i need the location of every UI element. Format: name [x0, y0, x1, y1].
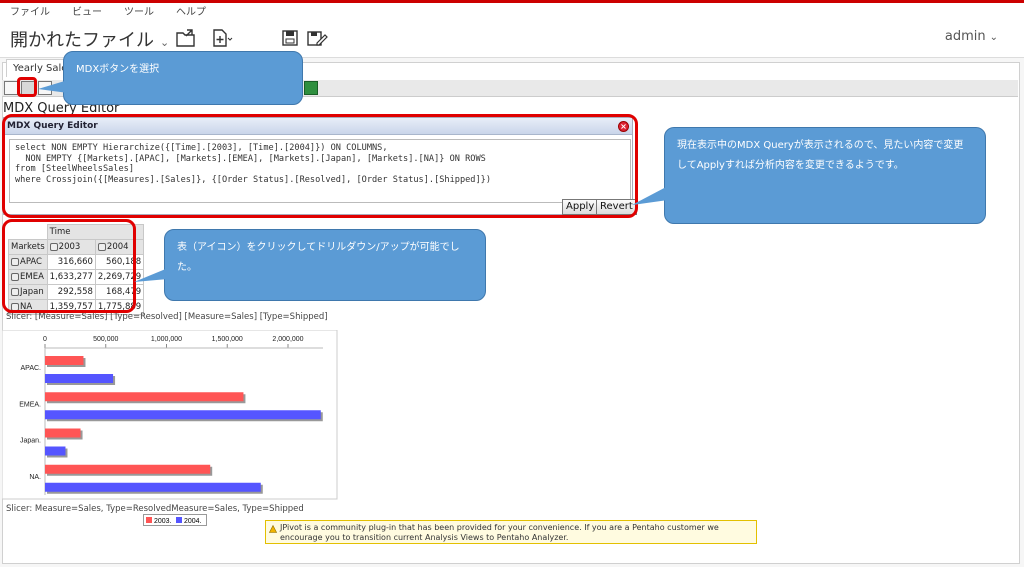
slicer-text-top: Slicer: [Measure=Sales] [Type=Resolved] …	[6, 312, 328, 322]
mdx-editor-panel: MDX Query Editor × select NON EMPTY Hier…	[3, 117, 633, 215]
pivot-cell: 292,558	[46, 284, 96, 300]
category-label: APAC.	[21, 365, 42, 372]
bar-2004-apac	[45, 374, 114, 383]
apply-button[interactable]: Apply	[562, 199, 599, 215]
save-icon[interactable]	[280, 28, 302, 48]
pivot-cell: 316,660	[46, 254, 96, 270]
drill-icon[interactable]	[11, 272, 19, 281]
warning-text: JPivot is a community plug-in that has b…	[280, 523, 719, 542]
pivot-col-header[interactable]: 2003	[46, 239, 96, 255]
warning-icon	[269, 525, 277, 533]
bar-chart: 0 500,000 1,000,000 1,500,000 2,000,000 APAC.…	[2, 330, 338, 500]
slicer-text-bottom: Slicer: Measure=Sales, Type=ResolvedMeas…	[6, 504, 304, 514]
callout-pointer	[38, 80, 68, 93]
menu-tools[interactable]: ツール	[124, 4, 154, 22]
menu-view[interactable]: ビュー	[72, 4, 102, 22]
category-label: EMEA.	[19, 401, 41, 408]
legend-label-2003: 2003.	[154, 518, 172, 525]
legend-swatch-2004	[176, 517, 182, 523]
pivot-col-header[interactable]: 2004	[94, 239, 145, 255]
mdx-panel-header: MDX Query Editor ×	[4, 118, 632, 135]
pivot-cell: 1,633,277	[46, 269, 96, 285]
callout-pointer	[134, 268, 168, 282]
close-icon[interactable]: ×	[618, 121, 629, 132]
menu-help[interactable]: ヘルプ	[176, 4, 206, 22]
bar-2003-japan	[45, 428, 81, 438]
drill-icon[interactable]	[11, 302, 19, 311]
bar-2004-na	[45, 482, 261, 492]
x-tick-label: 0	[43, 336, 47, 343]
row-label: APAC	[20, 257, 42, 267]
opened-files-dropdown[interactable]: 開かれたファイル ⌄	[10, 26, 169, 52]
user-name: admin	[944, 29, 986, 44]
mdx-panel-title: MDX Query Editor	[7, 121, 98, 131]
col-label: 2004	[106, 242, 129, 252]
row-label: NA	[20, 302, 33, 312]
pivot-row-header[interactable]: APAC	[8, 254, 48, 270]
excel-export-icon[interactable]	[304, 81, 318, 95]
mdx-button[interactable]	[21, 81, 35, 95]
open-folder-icon[interactable]	[175, 28, 197, 48]
revert-button[interactable]: Revert	[596, 199, 637, 215]
drill-icon[interactable]	[97, 242, 106, 251]
bar-2004-japan	[45, 446, 66, 456]
pivot-table: Time Markets 2003 2004 APAC 316,660 560,…	[8, 224, 145, 315]
table-row: Japan 292,558 168,479	[8, 284, 145, 300]
x-tick-label: 1,500,000	[212, 336, 243, 343]
page-title: 開かれたファイル	[10, 30, 154, 51]
row-label: Japan	[20, 287, 44, 297]
legend-swatch-2003	[146, 517, 152, 523]
cube-navigator-button[interactable]	[4, 81, 18, 95]
mdx-query-textarea[interactable]: select NON EMPTY Hierarchize({[Time].[20…	[9, 139, 631, 203]
x-tick-label: 500,000	[93, 336, 118, 343]
chevron-down-icon: ⌄	[160, 36, 170, 49]
bar-2003-na	[45, 464, 211, 474]
user-menu[interactable]: admin ⌄	[945, 29, 998, 44]
bar-2003-emea	[45, 392, 244, 402]
bar-2003-apac	[45, 356, 84, 365]
menu-bar: ファイル ビュー ツール ヘルプ	[0, 4, 228, 22]
save-as-icon[interactable]	[306, 28, 328, 48]
callout-pointer	[632, 186, 668, 205]
menu-file[interactable]: ファイル	[10, 4, 50, 22]
x-tick-label: 1,000,000	[151, 336, 182, 343]
callout-drilldown: 表（アイコン）をクリックしてドリルダウン/アップが可能でした。	[164, 229, 486, 301]
callout-mdx-button: MDXボタンを選択	[63, 51, 303, 105]
table-row: APAC 316,660 560,188	[8, 254, 145, 270]
drill-icon[interactable]	[11, 257, 19, 266]
pivot-row-header[interactable]: EMEA	[8, 269, 48, 285]
legend-label-2004: 2004.	[184, 518, 202, 525]
top-accent-bar	[0, 0, 1024, 3]
row-label: EMEA	[20, 272, 44, 282]
drill-icon[interactable]	[11, 287, 19, 296]
pivot-col-dimension: Time	[46, 224, 145, 240]
pivot-row-dimension: Markets	[8, 239, 48, 255]
pivot-corner	[8, 224, 48, 240]
x-tick-label: 2,000,000	[272, 336, 303, 343]
new-file-icon[interactable]	[211, 28, 233, 48]
col-label: 2003	[58, 242, 81, 252]
drill-icon[interactable]	[49, 242, 58, 251]
chevron-down-icon: ⌄	[989, 32, 998, 43]
jpivot-warning-banner: JPivot is a community plug-in that has b…	[265, 520, 757, 544]
pivot-row-header[interactable]: Japan	[8, 284, 48, 300]
bar-2004-emea	[45, 410, 321, 420]
category-label: Japan.	[20, 438, 41, 445]
category-label: NA.	[29, 474, 41, 481]
chart-legend: 2003. 2004.	[143, 514, 207, 526]
table-row: EMEA 1,633,277 2,269,729	[8, 269, 145, 285]
callout-mdx-query: 現在表示中のMDX Queryが表示されるので、見たい内容で変更してApplyす…	[664, 127, 986, 224]
